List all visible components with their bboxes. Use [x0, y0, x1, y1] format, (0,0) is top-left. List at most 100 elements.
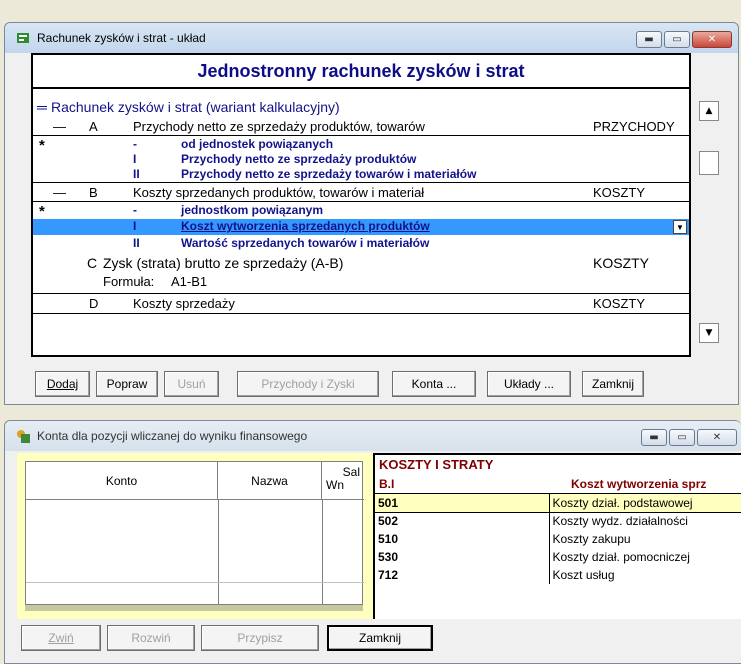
tree-row[interactable]: II Wartość sprzedanych towarów i materia…: [33, 236, 689, 251]
maximize-button[interactable]: ▭: [664, 31, 690, 48]
column-header-saldo[interactable]: Sal Wn: [322, 462, 362, 499]
konta-window: Konta dla pozycji wliczanej do wyniku fi…: [4, 420, 741, 664]
maximize-button[interactable]: ▭: [669, 429, 695, 446]
assigned-accounts-grid[interactable]: Konto Nazwa Sal Wn: [25, 461, 364, 605]
account-name: Koszty wydz. działalności: [552, 514, 688, 529]
divider: [33, 201, 689, 202]
button-label: Układy ...: [503, 377, 554, 391]
account-number: 510: [375, 530, 550, 548]
tree-row-b[interactable]: — B Koszty sprzedanych produktów, towaró…: [33, 185, 689, 200]
rachunek-window: Rachunek zysków i strat - układ ▬ ▭ ✕ Je…: [4, 22, 739, 405]
row-code: -: [133, 203, 137, 217]
account-row[interactable]: 530 Koszty dział. pomocniczej: [375, 548, 741, 566]
uklady-button[interactable]: Układy ...: [487, 371, 571, 397]
column-header-konto[interactable]: Konto: [26, 462, 218, 499]
account-row[interactable]: 501 Koszty dział. podstawowej: [375, 494, 741, 513]
chart-of-accounts-grid[interactable]: KOSZTY I STRATY B.I Koszt wytworzenia sp…: [373, 453, 741, 619]
report-header: Jednostronny rachunek zysków i strat: [33, 55, 689, 89]
button-label: Dodaj: [46, 377, 79, 391]
collapse-icon[interactable]: —: [53, 185, 66, 200]
row-code: A: [89, 119, 98, 134]
account-name: Koszt usług: [552, 568, 615, 582]
konta-button[interactable]: Konta ...: [392, 371, 476, 397]
button-label: Rozwiń: [131, 631, 171, 645]
title-bar[interactable]: Konta dla pozycji wliczanej do wyniku fi…: [5, 421, 741, 451]
group-code: B.I: [379, 477, 395, 491]
scroll-thumb[interactable]: [699, 151, 719, 175]
popraw-button[interactable]: Popraw: [96, 371, 158, 397]
root-label: Rachunek zysków i strat (wariant kalkula…: [51, 99, 340, 115]
group-name: Koszt wytworzenia sprz: [571, 477, 707, 491]
row-type: KOSZTY: [593, 255, 650, 271]
minimize-button[interactable]: ▬: [641, 429, 667, 446]
button-label: Zwiń: [48, 631, 74, 645]
wn-label: Wn: [326, 478, 344, 492]
row-label: Przychody netto ze sprzedaży towarów i m…: [181, 167, 477, 181]
row-code: I: [133, 219, 137, 233]
star-icon: *: [39, 203, 45, 220]
przychody-i-zyski-button[interactable]: Przychody i Zyski: [237, 371, 379, 397]
formula-value: A1-B1: [171, 274, 208, 289]
tree-row-selected[interactable]: I Koszt wytworzenia sprzedanych produktó…: [33, 219, 689, 235]
close-button[interactable]: ✕: [692, 31, 732, 48]
collapse-icon[interactable]: ═: [37, 99, 47, 115]
window-title: Rachunek zysków i strat - układ: [37, 31, 206, 45]
column-header-nazwa[interactable]: Nazwa: [218, 462, 322, 499]
tree-row[interactable]: II Przychody netto ze sprzedaży towarów …: [33, 167, 689, 182]
button-label: Przypisz: [237, 631, 283, 645]
title-bar[interactable]: Rachunek zysków i strat - układ ▬ ▭ ✕: [5, 23, 738, 53]
row-code: I: [133, 152, 137, 166]
row-type: PRZYCHODY: [593, 119, 675, 134]
account-number: 530: [375, 548, 550, 566]
tree-row-a[interactable]: — A Przychody netto ze sprzedaży produkt…: [33, 119, 689, 134]
account-name: Koszty zakupu: [552, 532, 631, 546]
vertical-scrollbar[interactable]: ▲ ▼: [699, 101, 719, 343]
button-label: Zamknij: [358, 631, 401, 645]
tree-row[interactable]: I Przychody netto ze sprzedaży produktów: [33, 152, 689, 167]
account-name: Koszty dział. podstawowej: [549, 494, 741, 513]
row-label: Zysk (strata) brutto ze sprzedaży (A-B): [103, 255, 344, 271]
row-type: KOSZTY: [593, 185, 646, 200]
root-node[interactable]: ═ Rachunek zysków i strat (wariant kalku…: [33, 99, 689, 115]
collapse-icon[interactable]: —: [53, 119, 66, 134]
minimize-button[interactable]: ▬: [636, 31, 662, 48]
scroll-down-icon[interactable]: ▼: [699, 323, 719, 343]
account-name: Koszty dział. pomocniczej: [552, 550, 690, 564]
dropdown-arrow-icon[interactable]: ▼: [673, 220, 687, 234]
window-title: Konta dla pozycji wliczanej do wyniku fi…: [37, 429, 308, 443]
row-label: Przychody netto ze sprzedaży produktów: [181, 152, 417, 166]
account-row[interactable]: 502 Koszty wydz. działalności: [375, 512, 741, 530]
divider: [33, 293, 689, 294]
tree-row[interactable]: * - jednostkom powiązanym: [33, 203, 689, 220]
app-icon: [15, 428, 31, 444]
close-button[interactable]: ✕: [697, 429, 737, 446]
formula-label: Formuła:: [103, 274, 155, 289]
account-row[interactable]: 510 Koszty zakupu: [375, 530, 741, 548]
tree-row-c[interactable]: C Zysk (strata) brutto ze sprzedaży (A-B…: [33, 255, 689, 271]
row-label: Koszty sprzedanych produktów, towarów i …: [133, 185, 425, 200]
divider: [33, 182, 689, 183]
divider: [33, 135, 689, 136]
row-label: Koszt wytworzenia sprzedanych produktów: [181, 219, 430, 233]
row-type: KOSZTY: [593, 296, 646, 311]
row-label: Koszty sprzedaży: [133, 296, 235, 311]
tree-row-d[interactable]: D Koszty sprzedaży KOSZTY: [33, 296, 689, 311]
account-number: 712: [375, 566, 550, 584]
account-number: 502: [375, 512, 550, 530]
scroll-up-icon[interactable]: ▲: [699, 101, 719, 121]
przypisz-button[interactable]: Przypisz: [201, 625, 319, 651]
dodaj-button[interactable]: Dodaj: [35, 371, 90, 397]
group-title: KOSZTY I STRATY: [379, 457, 494, 472]
zamknij-button-2[interactable]: Zamknij: [327, 625, 433, 651]
button-label: Konta ...: [411, 377, 457, 391]
formula-row[interactable]: Formuła: A1-B1: [33, 274, 689, 289]
account-number: 501: [375, 494, 550, 513]
button-label: Zamknij: [591, 377, 634, 391]
rozwin-button[interactable]: Rozwiń: [107, 625, 195, 651]
row-label: Wartość sprzedanych towarów i materiałów: [181, 236, 430, 250]
account-row[interactable]: 712 Koszt usług: [375, 566, 741, 584]
zamknij-button[interactable]: Zamknij: [582, 371, 644, 397]
usun-button[interactable]: Usuń: [164, 371, 219, 397]
zwin-button[interactable]: Zwiń: [21, 625, 101, 651]
tree-row[interactable]: * - od jednostek powiązanych: [33, 137, 689, 154]
